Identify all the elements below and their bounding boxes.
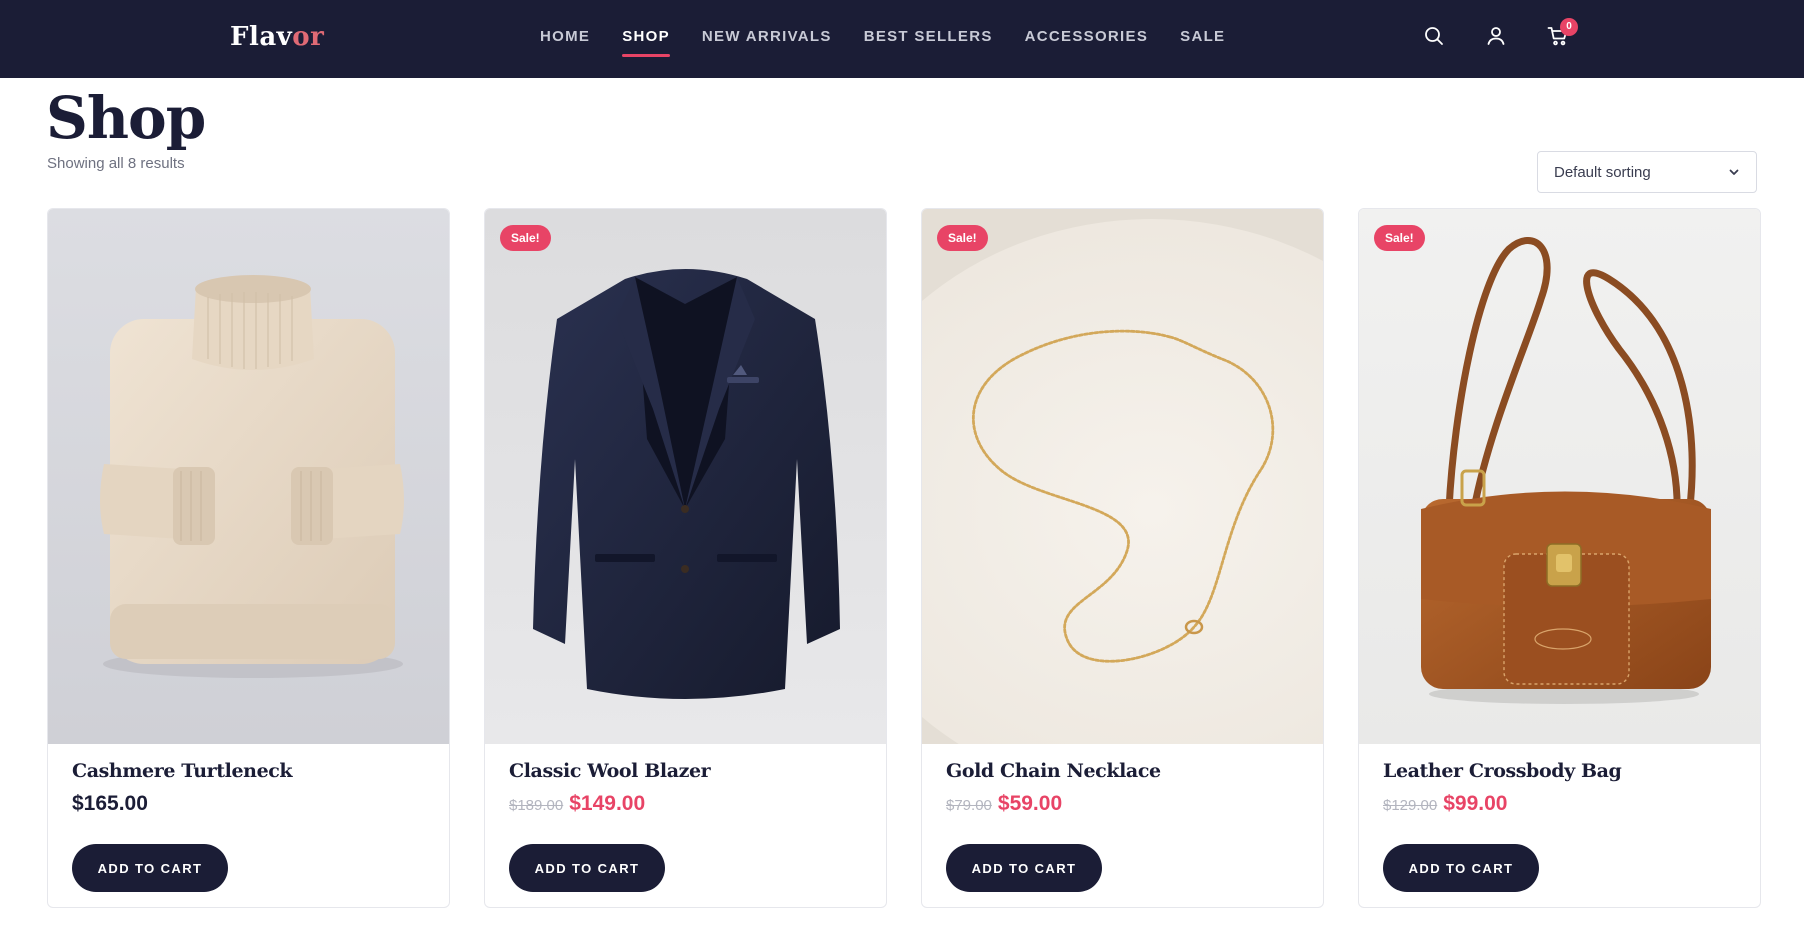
add-to-cart-button[interactable]: ADD TO CART — [72, 844, 228, 892]
product-image-cashmere-turtleneck[interactable] — [48, 209, 449, 744]
nav-item-accessories[interactable]: ACCESSORIES — [1025, 28, 1149, 45]
product-name[interactable]: Classic Wool Blazer — [509, 760, 862, 782]
product-card: Sale! Classic Wool Blazer $189.00 $149.0… — [484, 208, 887, 908]
add-to-cart-button[interactable]: ADD TO CART — [946, 844, 1102, 892]
product-image-leather-crossbody-bag[interactable]: Sale! — [1359, 209, 1760, 744]
product-info: Classic Wool Blazer $189.00 $149.00 ADD … — [485, 760, 886, 892]
product-info: Gold Chain Necklace $79.00 $59.00 ADD TO… — [922, 760, 1323, 892]
product-name[interactable]: Cashmere Turtleneck — [72, 760, 425, 782]
old-price: $79.00 — [946, 797, 992, 814]
product-name[interactable]: Leather Crossbody Bag — [1383, 760, 1736, 782]
search-icon[interactable] — [1422, 24, 1446, 48]
sale-badge: Sale! — [500, 225, 551, 251]
product-card: Sale! Gold Chain Necklace $79.00 $59.00 … — [921, 208, 1324, 908]
logo-accent-text: or — [292, 22, 325, 52]
sale-price: $59.00 — [997, 792, 1063, 815]
nav-item-sale[interactable]: SALE — [1180, 28, 1225, 45]
result-count: Showing all 8 results — [47, 155, 185, 172]
product-image-classic-wool-blazer[interactable]: Sale! — [485, 209, 886, 744]
cart-count-badge: 0 — [1560, 18, 1578, 36]
sale-price: $149.00 — [569, 792, 646, 815]
nav-item-shop[interactable]: SHOP — [622, 28, 670, 57]
product-price: $189.00 $149.00 — [509, 792, 862, 822]
main-nav: HOME SHOP NEW ARRIVALS BEST SELLERS ACCE… — [540, 28, 1225, 57]
sort-select[interactable]: Default sorting — [1537, 151, 1757, 193]
sort-select-value: Default sorting — [1554, 163, 1651, 181]
product-card: Sale! Leather Crossbody Bag $129.00 $99.… — [1358, 208, 1761, 908]
nav-item-home[interactable]: HOME — [540, 28, 590, 45]
sale-price: $99.00 — [1443, 792, 1508, 815]
old-price: $189.00 — [509, 797, 564, 814]
product-price: $79.00 $59.00 — [946, 792, 1299, 822]
add-to-cart-button[interactable]: ADD TO CART — [1383, 844, 1539, 892]
product-card: Cashmere Turtleneck $165.00 ADD TO CART — [47, 208, 450, 908]
header-actions: 0 — [1422, 18, 1578, 48]
page-title: Shop — [46, 84, 206, 152]
site-logo[interactable]: Flavor — [230, 22, 324, 52]
old-price: $129.00 — [1383, 797, 1438, 814]
sale-badge: Sale! — [1374, 225, 1425, 251]
sale-badge: Sale! — [937, 225, 988, 251]
product-info: Cashmere Turtleneck $165.00 ADD TO CART — [48, 760, 449, 892]
nav-item-new-arrivals[interactable]: NEW ARRIVALS — [702, 28, 832, 45]
product-grid: Cashmere Turtleneck $165.00 ADD TO CART — [47, 208, 1761, 908]
logo-text: Flav — [230, 22, 293, 52]
user-icon[interactable] — [1484, 24, 1508, 48]
chevron-down-icon — [1729, 169, 1739, 175]
product-info: Leather Crossbody Bag $129.00 $99.00 ADD… — [1359, 760, 1760, 892]
product-price: $129.00 $99.00 — [1383, 792, 1736, 822]
product-name[interactable]: Gold Chain Necklace — [946, 760, 1299, 782]
nav-item-best-sellers[interactable]: BEST SELLERS — [864, 28, 993, 45]
product-price: $165.00 — [72, 792, 425, 822]
cart-icon[interactable]: 0 — [1546, 18, 1578, 48]
product-image-gold-chain-necklace[interactable]: Sale! — [922, 209, 1323, 744]
current-price: $165.00 — [72, 792, 148, 815]
site-header: Flavor HOME SHOP NEW ARRIVALS BEST SELLE… — [0, 0, 1804, 78]
add-to-cart-button[interactable]: ADD TO CART — [509, 844, 665, 892]
